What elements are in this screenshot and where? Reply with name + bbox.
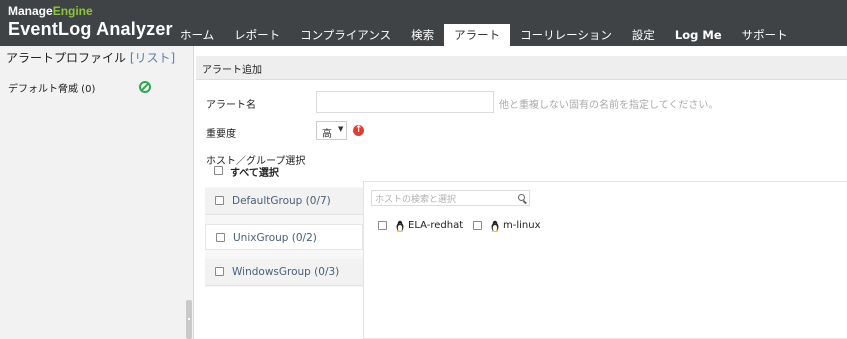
host-label: m-linux: [503, 220, 541, 231]
group-label: WindowsGroup (0/3): [232, 266, 340, 278]
add-alert-title: アラート追加: [202, 65, 262, 76]
brand-logo[interactable]: ManageEngine EventLog Analyzer: [8, 4, 173, 40]
group-label: DefaultGroup (0/7): [232, 195, 331, 207]
alert-profile-panel: アラートプロファイル [リスト] デフォルト脅威 (0): [0, 46, 194, 339]
host-checkbox[interactable]: [473, 221, 482, 230]
linux-icon: [396, 220, 404, 232]
nav-support[interactable]: サポート: [732, 24, 798, 46]
nav-settings[interactable]: 設定: [622, 24, 665, 46]
brand-company: ManageEngine: [8, 4, 93, 18]
nav-search[interactable]: 検索: [401, 24, 444, 46]
group-checkbox[interactable]: [215, 267, 224, 276]
group-checkbox[interactable]: [216, 233, 225, 242]
group-row-windows[interactable]: WindowsGroup (0/3): [205, 259, 363, 286]
main-nav: ホーム レポート コンプライアンス 検索 アラート コーリレーション 設定 Lo…: [170, 24, 798, 46]
alert-name-hint: 他と重複しない固有の名前を指定してください。: [499, 100, 719, 111]
group-row-unix[interactable]: UnixGroup (0/2): [205, 224, 363, 250]
search-icon[interactable]: [518, 194, 525, 201]
add-alert-header: アラート追加: [196, 56, 847, 80]
alert-name-label: アラート名: [206, 100, 256, 111]
severity-high-icon: ↑: [353, 125, 364, 136]
select-all-label: すべて選択: [230, 168, 279, 179]
brand-product: EventLog Analyzer: [8, 19, 173, 39]
nav-log-me[interactable]: Log Me: [665, 24, 732, 46]
alert-profile-title: アラートプロファイル [リスト]: [6, 51, 176, 65]
chevron-down-icon: ▼: [338, 125, 344, 133]
alert-name-input[interactable]: [316, 91, 494, 113]
group-label: UnixGroup (0/2): [233, 232, 317, 244]
severity-value: 高: [322, 129, 332, 140]
select-all-checkbox[interactable]: [214, 166, 223, 175]
group-checkbox[interactable]: [215, 196, 224, 205]
nav-home[interactable]: ホーム: [170, 24, 224, 46]
group-row-default[interactable]: DefaultGroup (0/7): [205, 188, 363, 215]
nav-correlation[interactable]: コーリレーション: [510, 24, 622, 46]
host-search-input[interactable]: ホストの検索と選択: [371, 190, 530, 206]
panel-splitter-handle[interactable]: [186, 300, 192, 339]
severity-select[interactable]: 高 ▼: [316, 121, 347, 140]
host-search-placeholder: ホストの検索と選択: [375, 195, 457, 205]
app-header: ManageEngine EventLog Analyzer ホーム レポート …: [0, 0, 847, 46]
severity-label: 重要度: [206, 129, 236, 140]
profile-item-default-threat[interactable]: デフォルト脅威 (0): [8, 80, 95, 95]
linux-icon: [491, 220, 499, 232]
check-circle-icon: [139, 81, 151, 93]
host-checkbox[interactable]: [378, 221, 387, 230]
nav-alerts[interactable]: アラート: [444, 24, 511, 46]
host-label: ELA-redhat: [408, 220, 464, 231]
nav-compliance[interactable]: コンプライアンス: [290, 24, 401, 46]
list-link[interactable]: [リスト]: [130, 51, 175, 65]
nav-reports[interactable]: レポート: [224, 24, 290, 46]
